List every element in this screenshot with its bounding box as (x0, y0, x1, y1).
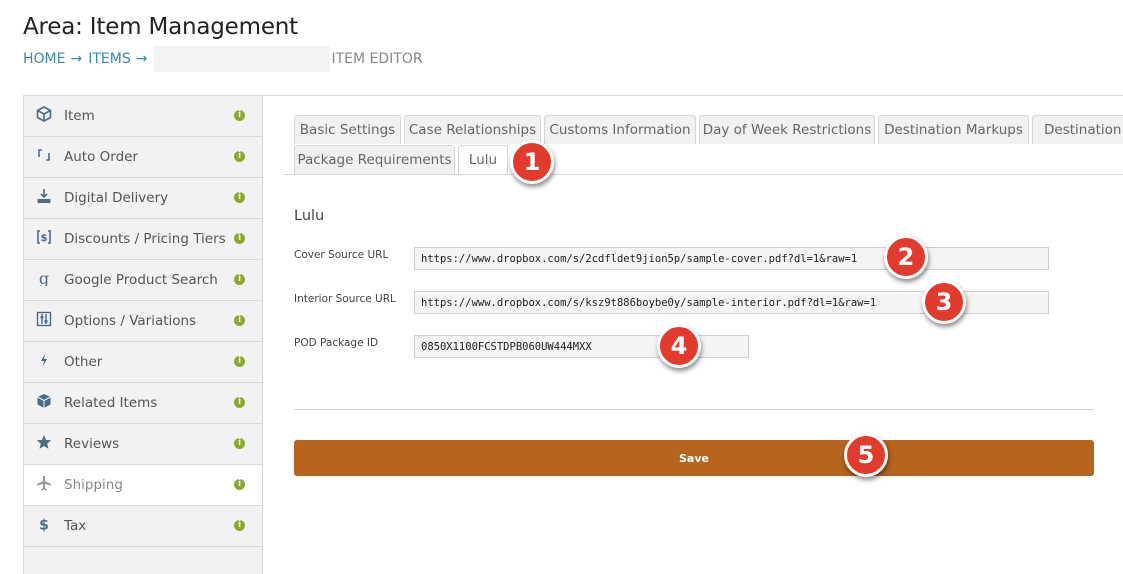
sidebar-item-label: Tax (64, 518, 87, 534)
sidebar-item-label: Discounts / Pricing Tiers (64, 231, 226, 247)
svg-text:$: $ (41, 233, 48, 244)
sidebar-item-reviews[interactable]: Reviews i (24, 424, 262, 465)
callout-badge-3: 3 (922, 280, 966, 324)
tab-package-requirements[interactable]: Package Requirements (294, 145, 455, 174)
page-title: Area: Item Management (23, 14, 298, 40)
breadcrumb: HOME → ITEMS → ITEM EDITOR (23, 46, 423, 72)
breadcrumb-current: ITEM EDITOR (331, 51, 423, 67)
callout-badge-1: 1 (510, 140, 554, 184)
save-button[interactable]: Save (294, 440, 1094, 476)
sidebar-item-other[interactable]: Other i (24, 342, 262, 383)
status-info-icon: i (234, 438, 245, 449)
tab-day-of-week-restrictions[interactable]: Day of Week Restrictions (699, 115, 875, 144)
tab-destination-restrictions[interactable]: Destination R (1032, 115, 1123, 144)
google-icon: g (24, 269, 64, 290)
status-info-icon: i (234, 520, 245, 531)
form-divider (294, 409, 1094, 410)
sidebar-item-google-product-search[interactable]: g Google Product Search i (24, 260, 262, 301)
dollar-icon: $ (24, 516, 64, 536)
callout-badge-2: 2 (884, 235, 928, 279)
sidebar-item-label: Reviews (64, 436, 120, 452)
cover-source-url-label: Cover Source URL (294, 249, 389, 261)
sidebar-item-tax[interactable]: $ Tax i (24, 506, 262, 547)
sidebar-item-item[interactable]: Item i (24, 96, 262, 137)
sidebar-item-label: Digital Delivery (64, 190, 169, 206)
sidebar: Item i Auto Order i Digital Delivery i $… (23, 95, 263, 574)
dollar-box-icon: $ (24, 229, 64, 249)
svg-text:g: g (39, 270, 49, 286)
tab-baseline (284, 174, 1123, 175)
refresh-icon (24, 147, 64, 167)
download-icon (24, 188, 64, 208)
tab-lulu[interactable]: Lulu (458, 145, 508, 175)
sidebar-item-label: Related Items (64, 395, 158, 411)
sidebar-item-label: Shipping (64, 477, 123, 493)
breadcrumb-home-link[interactable]: HOME (23, 51, 65, 67)
breadcrumb-redacted-item (154, 46, 331, 72)
sidebar-item-related-items[interactable]: Related Items i (24, 383, 262, 424)
status-info-icon: i (234, 151, 245, 162)
status-info-icon: i (234, 315, 245, 326)
sidebar-item-label: Google Product Search (64, 272, 218, 288)
callout-badge-4: 4 (657, 324, 701, 368)
status-info-icon: i (234, 356, 245, 367)
bolt-icon (24, 352, 64, 372)
sidebar-item-label: Auto Order (64, 149, 138, 165)
sidebar-item-label: Options / Variations (64, 313, 197, 329)
sliders-icon (24, 311, 64, 331)
status-info-icon: i (234, 233, 245, 244)
status-info-icon: i (234, 479, 245, 490)
tab-customs-information[interactable]: Customs Information (544, 115, 696, 144)
cubes-icon (24, 393, 64, 413)
section-title: Lulu (294, 208, 325, 224)
cube-icon (24, 106, 64, 126)
plane-icon (24, 475, 64, 495)
tab-case-relationships[interactable]: Case Relationships (404, 115, 541, 144)
status-info-icon: i (234, 192, 245, 203)
sidebar-item-label: Item (64, 108, 95, 124)
sidebar-item-auto-order[interactable]: Auto Order i (24, 137, 262, 178)
content-top-border (263, 95, 1123, 96)
svg-text:$: $ (39, 518, 49, 533)
tab-basic-settings[interactable]: Basic Settings (294, 115, 401, 144)
sidebar-item-discounts[interactable]: $ Discounts / Pricing Tiers i (24, 219, 262, 260)
status-info-icon: i (234, 274, 245, 285)
status-info-icon: i (234, 110, 245, 121)
sidebar-item-shipping[interactable]: Shipping i (24, 465, 262, 506)
breadcrumb-separator: → (70, 51, 83, 67)
status-info-icon: i (234, 397, 245, 408)
cover-source-url-input[interactable] (414, 247, 1049, 270)
breadcrumb-items-link[interactable]: ITEMS (88, 51, 131, 67)
star-icon (24, 434, 64, 454)
sidebar-item-digital-delivery[interactable]: Digital Delivery i (24, 178, 262, 219)
callout-badge-5: 5 (844, 433, 888, 477)
interior-source-url-label: Interior Source URL (294, 293, 396, 305)
sidebar-item-options-variations[interactable]: Options / Variations i (24, 301, 262, 342)
breadcrumb-separator: → (135, 51, 148, 67)
pod-package-id-label: POD Package ID (294, 337, 379, 349)
sidebar-item-label: Other (64, 354, 103, 370)
tab-destination-markups[interactable]: Destination Markups (878, 115, 1029, 144)
